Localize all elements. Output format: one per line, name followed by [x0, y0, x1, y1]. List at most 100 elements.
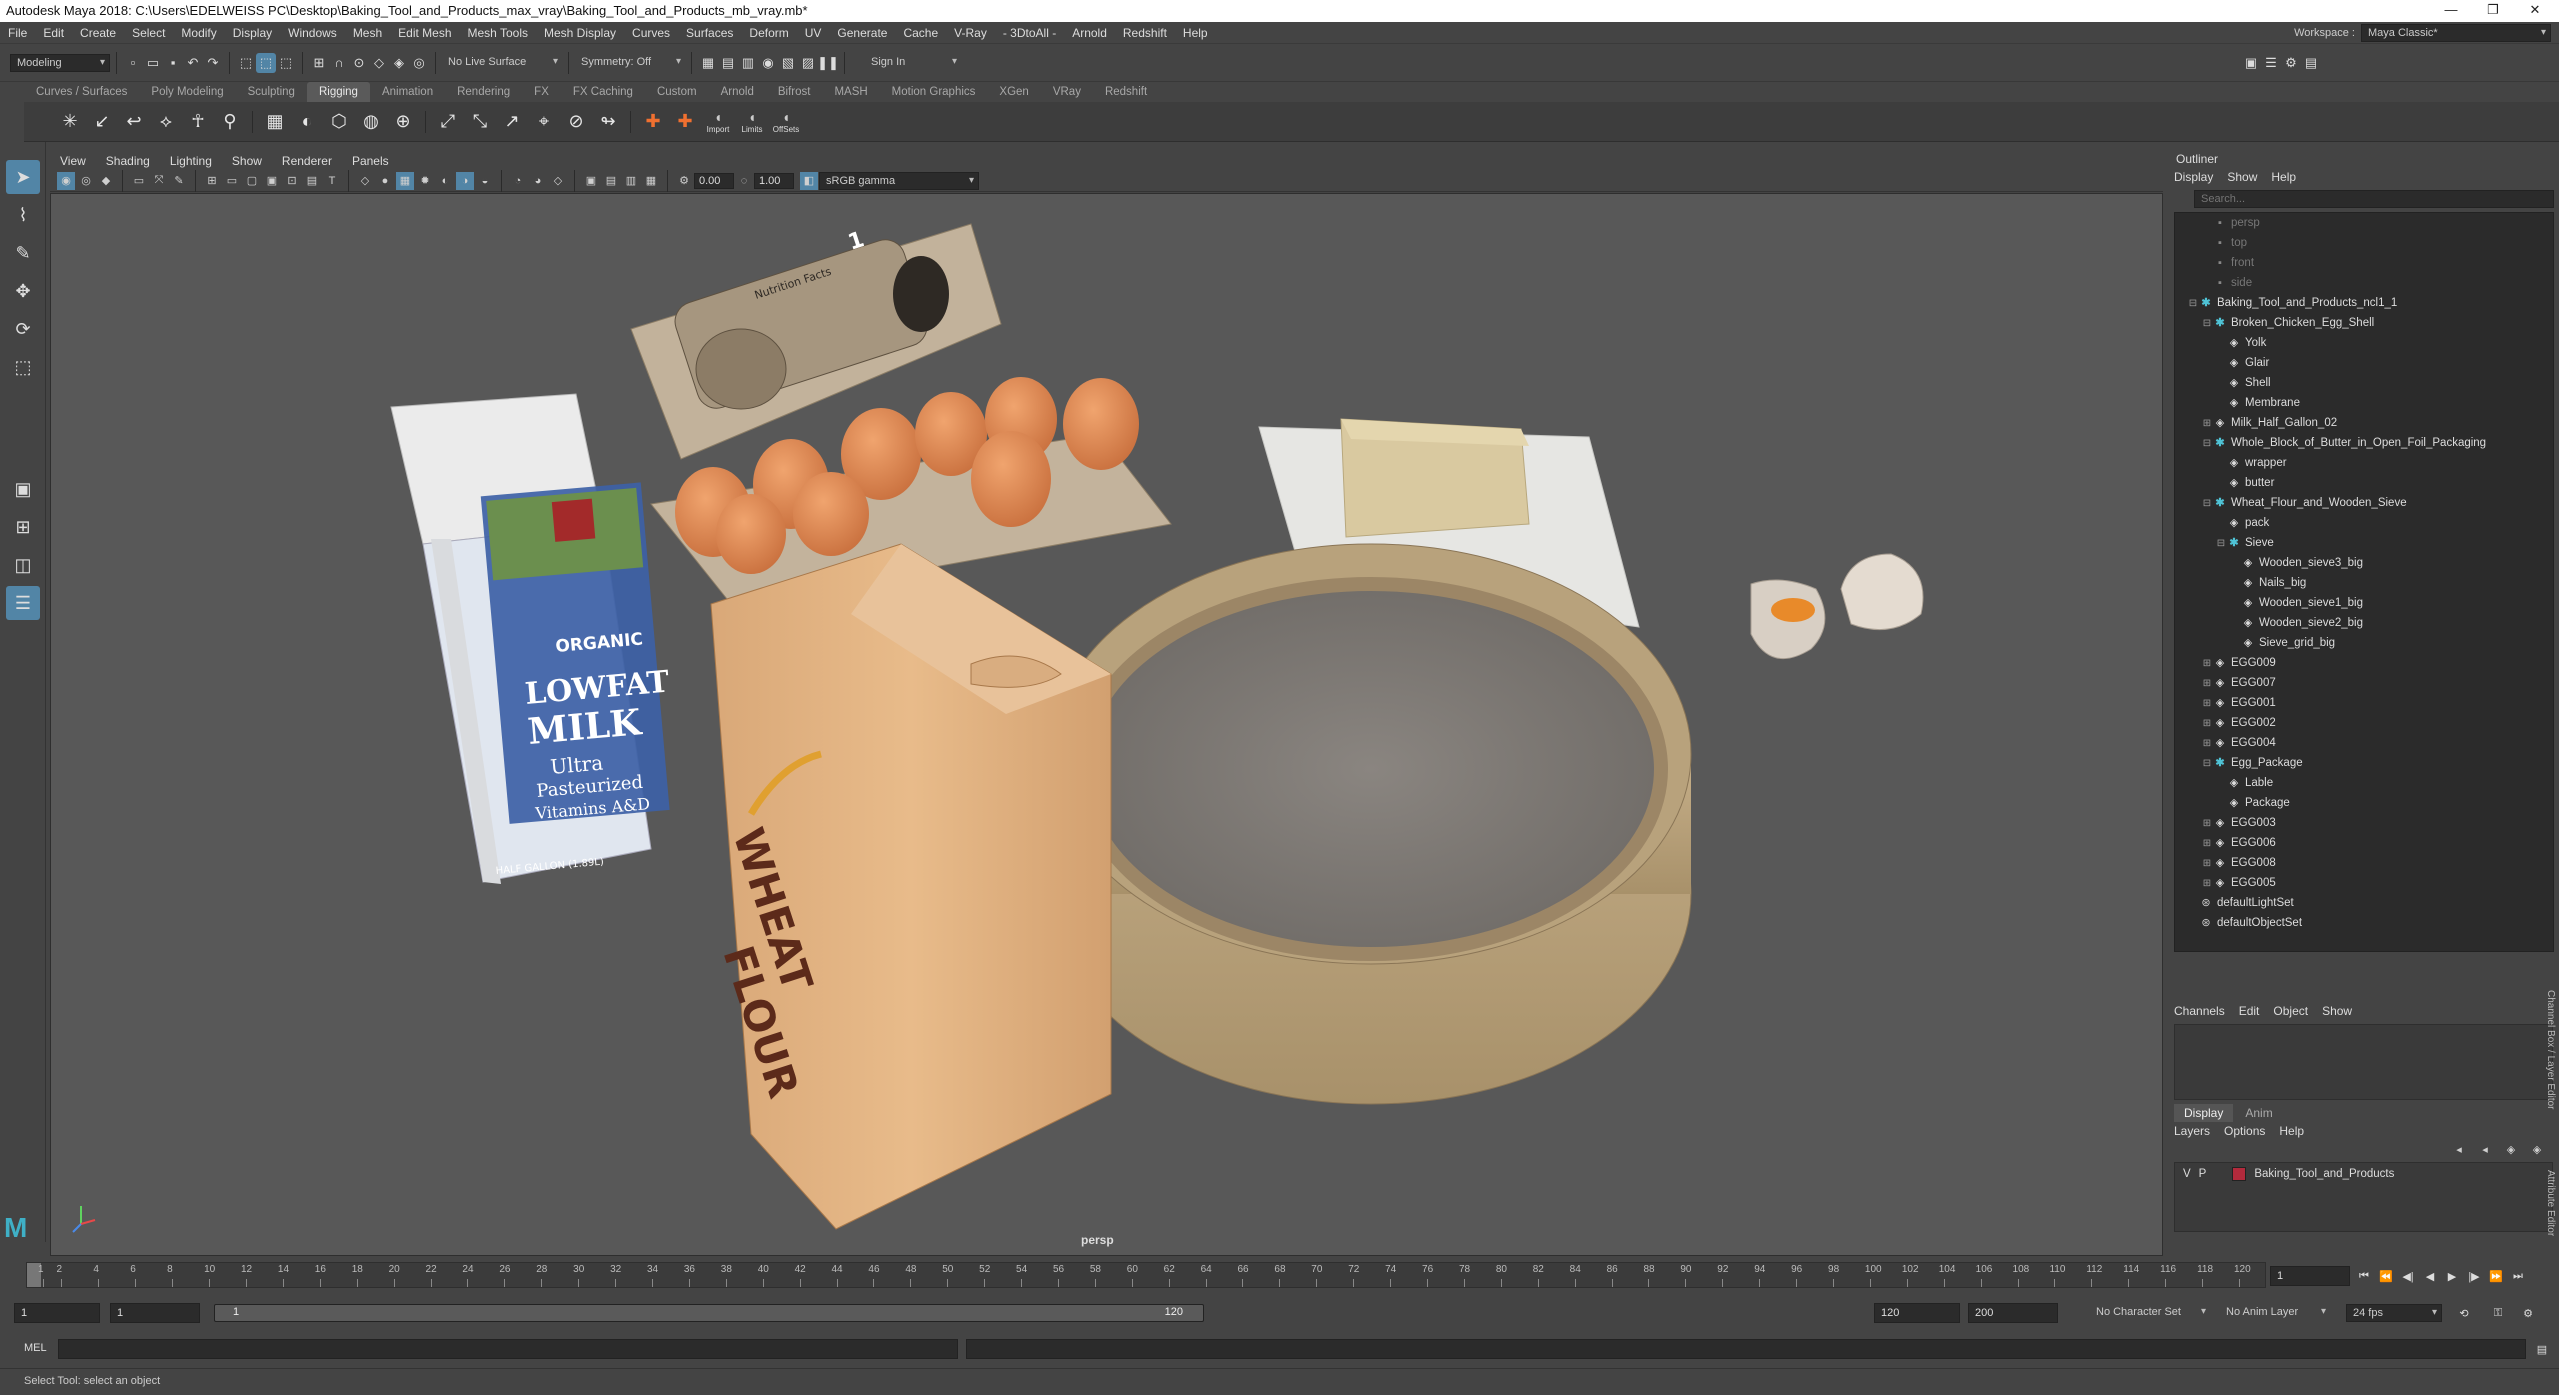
outliner-menu-show[interactable]: Show — [2227, 168, 2257, 186]
channel-menu-object[interactable]: Object — [2273, 1002, 2308, 1020]
expand-toggle-icon[interactable]: ⊞ — [2201, 694, 2213, 714]
exposure-field[interactable]: 0.00 — [694, 172, 734, 189]
menu-modify[interactable]: Modify — [173, 22, 224, 44]
menu-deform[interactable]: Deform — [741, 22, 796, 44]
two-view-layout-icon[interactable]: ◫ — [6, 548, 40, 582]
shelf-tab-motion-graphics[interactable]: Motion Graphics — [880, 82, 988, 102]
outliner-layout-icon[interactable]: ☰ — [6, 586, 40, 620]
menu-3dtoall[interactable]: - 3DtoAll - — [995, 22, 1064, 44]
move-layer-up-icon[interactable]: ◂ — [2450, 1140, 2468, 1158]
step-forward-frame-icon[interactable]: |▶ — [2466, 1268, 2482, 1284]
ik-spline-icon[interactable]: ↩ — [120, 108, 148, 136]
tab-anim-layers[interactable]: Anim — [2235, 1104, 2282, 1122]
shelf-tab-fx[interactable]: FX — [522, 82, 561, 102]
outliner-item[interactable]: ◈ Wooden_sieve1_big — [2175, 593, 2553, 613]
character-set-dropdown[interactable]: No Character Set — [2090, 1304, 2210, 1322]
modeling-toolkit-icon[interactable]: ▣ — [2241, 53, 2261, 73]
snap-live-icon[interactable]: ◎ — [409, 53, 429, 73]
render-view-icon[interactable]: ▦ — [698, 53, 718, 73]
expand-toggle-icon[interactable]: ⊟ — [2201, 314, 2213, 334]
step-back-frame-icon[interactable]: ◀| — [2400, 1268, 2416, 1284]
outliner-item[interactable]: ◈ Wooden_sieve2_big — [2175, 613, 2553, 633]
lasso-tool-icon[interactable]: ⌇ — [6, 198, 40, 232]
smooth-shade-icon[interactable]: ● — [376, 172, 394, 190]
fps-dropdown[interactable]: 24 fps — [2346, 1304, 2442, 1322]
anim-end-field[interactable]: 200 — [1968, 1303, 2058, 1323]
outliner-item[interactable]: ⊞ ◈ EGG008 — [2175, 853, 2553, 873]
outliner-item[interactable]: ▪ side — [2175, 273, 2553, 293]
loop-icon[interactable]: ⟲ — [2456, 1305, 2472, 1321]
outliner-item[interactable]: ⊟ ✱ Wheat_Flour_and_Wooden_Sieve — [2175, 493, 2553, 513]
sieve-model[interactable] — [1050, 543, 1692, 1105]
select-object-icon[interactable]: ⬚ — [256, 52, 276, 73]
step-back-key-icon[interactable]: ⏪ — [2378, 1268, 2394, 1284]
tab-display-layers[interactable]: Display — [2174, 1104, 2234, 1122]
minimize-button[interactable]: — — [2431, 2, 2471, 20]
outliner-item[interactable]: ⊛ defaultObjectSet — [2175, 913, 2553, 933]
outliner-item[interactable]: ⊟ ✱ Egg_Package — [2175, 753, 2553, 773]
flour-bag-model[interactable]: WHEAT FLOUR — [710, 543, 1112, 1230]
snap-point-icon[interactable]: ⊙ — [349, 53, 369, 73]
four-view-layout-icon[interactable]: ⊞ — [6, 510, 40, 544]
menu-surfaces[interactable]: Surfaces — [678, 22, 741, 44]
menu-mesh-tools[interactable]: Mesh Tools — [460, 22, 536, 44]
new-scene-icon[interactable]: ▫ — [123, 53, 143, 73]
start-time-field[interactable]: 1 — [14, 1303, 100, 1323]
outliner-item[interactable]: ◈ Wooden_sieve3_big — [2175, 553, 2553, 573]
resolution-gate-icon[interactable]: ▢ — [243, 172, 261, 190]
aim-constraint-icon[interactable]: ⌖ — [530, 108, 558, 136]
outliner-item[interactable]: ⊟ ✱ Broken_Chicken_Egg_Shell — [2175, 313, 2553, 333]
attribute-editor-side-tab[interactable]: Attribute Editor — [2545, 1170, 2556, 1236]
shelf-tab-bifrost[interactable]: Bifrost — [766, 82, 823, 102]
expand-toggle-icon[interactable]: ⊞ — [2201, 834, 2213, 854]
outliner-item[interactable]: ⊞ ◈ Milk_Half_Gallon_02 — [2175, 413, 2553, 433]
play-forward-icon[interactable]: ▶ — [2444, 1268, 2460, 1284]
undo-icon[interactable]: ↶ — [183, 53, 203, 73]
layer-menu-layers[interactable]: Layers — [2174, 1122, 2210, 1140]
expand-toggle-icon[interactable]: ⊞ — [2201, 674, 2213, 694]
outliner-item[interactable]: ⊞ ◈ EGG005 — [2175, 873, 2553, 893]
viewport-menu-shading[interactable]: Shading — [96, 152, 160, 170]
bookmark-icon[interactable]: ◆ — [97, 172, 115, 190]
outliner-item[interactable]: ⊞ ◈ EGG006 — [2175, 833, 2553, 853]
motion-blur-icon[interactable]: ◒ — [476, 172, 494, 190]
shadows-icon[interactable]: ◐ — [436, 172, 454, 190]
grease-pencil-icon[interactable]: ✎ — [170, 172, 188, 190]
menu-uv[interactable]: UV — [797, 22, 830, 44]
current-frame-field[interactable]: 1 — [2270, 1266, 2350, 1286]
script-editor-icon[interactable]: ▤ — [2534, 1341, 2550, 1357]
workspace-dropdown[interactable]: Maya Classic* — [2361, 24, 2551, 42]
anim-start-field[interactable]: 1 — [110, 1303, 200, 1323]
expand-toggle-icon[interactable]: ⊞ — [2201, 734, 2213, 754]
scale-tool-icon[interactable]: ⬚ — [6, 350, 40, 384]
outliner-item[interactable]: ◈ Sieve_grid_big — [2175, 633, 2553, 653]
expand-toggle-icon[interactable]: ⊞ — [2201, 854, 2213, 874]
image-plane-icon[interactable]: ▭ — [130, 172, 148, 190]
snap-curve-icon[interactable]: ∩ — [329, 53, 349, 73]
outliner-item[interactable]: ◈ Membrane — [2175, 393, 2553, 413]
close-button[interactable]: ✕ — [2515, 2, 2555, 20]
outliner-item[interactable]: ◈ Lable — [2175, 773, 2553, 793]
menu-display[interactable]: Display — [225, 22, 280, 44]
menu-redshift[interactable]: Redshift — [1115, 22, 1175, 44]
maximize-button[interactable]: ❐ — [2473, 2, 2513, 20]
outliner-item[interactable]: ▪ persp — [2175, 213, 2553, 233]
isolate-select-icon[interactable]: ▣ — [582, 172, 600, 190]
outliner-item[interactable]: ◈ Glair — [2175, 353, 2553, 373]
expand-toggle-icon[interactable]: ⊟ — [2215, 534, 2227, 554]
layer-menu-options[interactable]: Options — [2224, 1122, 2265, 1140]
gamma-field[interactable]: 1.00 — [754, 172, 794, 189]
cluster-icon[interactable]: ◍ — [357, 108, 385, 136]
import-shelf-button[interactable]: ◖ Import — [701, 109, 735, 134]
anim-layer-dropdown[interactable]: No Anim Layer — [2220, 1304, 2330, 1322]
menu-windows[interactable]: Windows — [280, 22, 345, 44]
redo-icon[interactable]: ↷ — [203, 53, 223, 73]
outliner-search-input[interactable] — [2194, 190, 2554, 208]
channel-box-side-tab[interactable]: Channel Box / Layer Editor — [2545, 990, 2556, 1110]
expand-toggle-icon[interactable]: ⊟ — [2201, 754, 2213, 774]
outliner-menu-help[interactable]: Help — [2271, 168, 2296, 186]
hud-icon[interactable]: ▤ — [602, 172, 620, 190]
expand-toggle-icon[interactable]: ⊞ — [2201, 654, 2213, 674]
script-language-label[interactable]: MEL — [24, 1342, 47, 1354]
layer-color-swatch[interactable] — [2232, 1167, 2247, 1181]
